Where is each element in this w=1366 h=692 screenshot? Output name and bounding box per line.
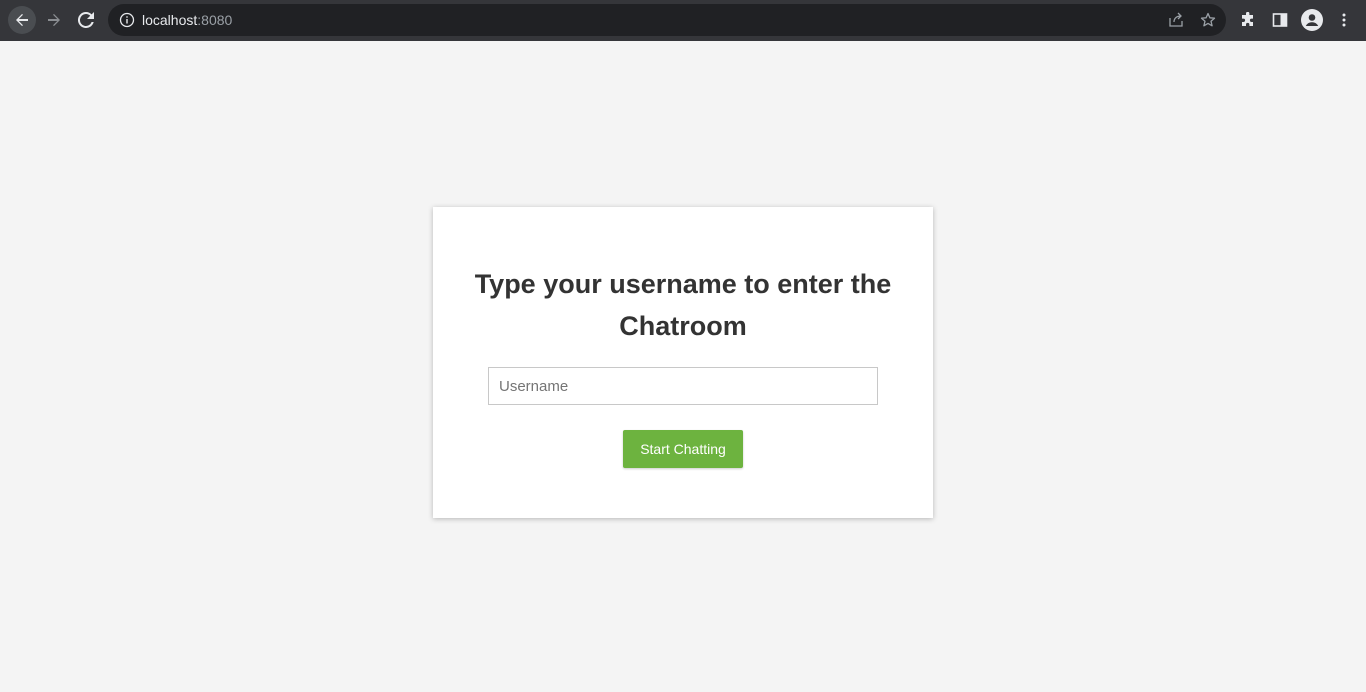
start-chatting-button[interactable]: Start Chatting — [623, 430, 743, 468]
kebab-menu-icon — [1342, 13, 1346, 27]
url-host: localhost — [142, 12, 198, 28]
extensions-button[interactable] — [1236, 8, 1260, 32]
url-port: :8080 — [197, 12, 233, 28]
address-bar[interactable]: localhost:8080 — [108, 4, 1226, 36]
puzzle-icon — [1242, 12, 1253, 26]
star-icon — [1200, 12, 1216, 27]
browser-toolbar: localhost:8080 — [0, 0, 1366, 41]
username-card: Type your username to enter the Chatroom… — [433, 207, 933, 518]
info-icon[interactable] — [119, 12, 135, 28]
bookmark-button[interactable] — [1198, 10, 1218, 30]
forward-button[interactable] — [40, 6, 68, 34]
reload-button[interactable] — [72, 6, 100, 34]
share-icon — [1169, 12, 1183, 27]
reload-icon — [78, 12, 94, 28]
arrow-right-icon — [48, 14, 60, 26]
share-button[interactable] — [1166, 10, 1186, 30]
profile-icon — [1301, 9, 1323, 31]
url-text[interactable]: localhost:8080 — [142, 12, 232, 28]
username-input[interactable] — [488, 367, 878, 405]
back-button[interactable] — [8, 6, 36, 34]
side-panel-icon — [1272, 13, 1288, 27]
side-panel-button[interactable] — [1268, 8, 1292, 32]
arrow-left-icon — [16, 14, 28, 26]
page-title: Type your username to enter the Chatroom — [474, 269, 892, 341]
profile-button[interactable] — [1300, 8, 1324, 32]
browser-menu-button[interactable] — [1332, 8, 1356, 32]
